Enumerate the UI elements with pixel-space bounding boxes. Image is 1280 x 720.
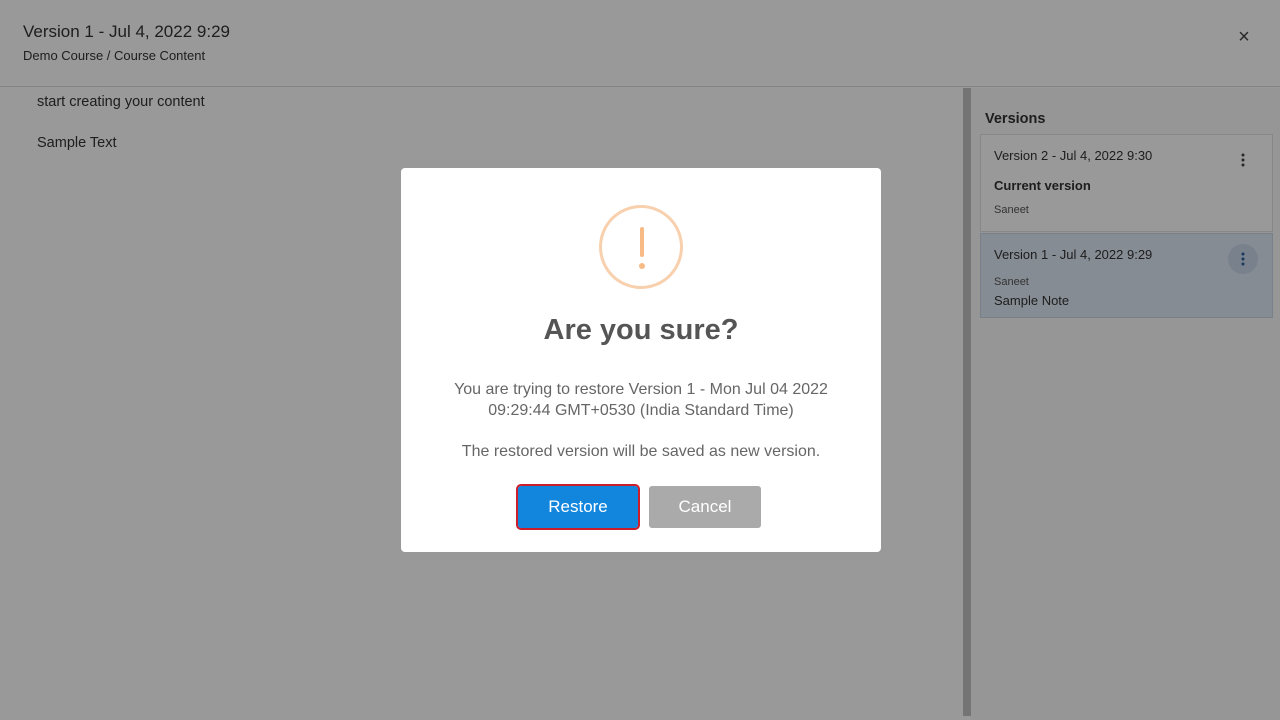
restore-confirm-dialog: Are you sure? You are trying to restore … [401, 168, 881, 552]
dialog-title: Are you sure? [543, 314, 739, 346]
warning-icon [599, 205, 683, 289]
dialog-message: You are trying to restore Version 1 - Mo… [454, 381, 828, 419]
cancel-button[interactable]: Cancel [649, 486, 761, 528]
dialog-note: The restored version will be saved as ne… [461, 443, 821, 460]
restore-button[interactable]: Restore [516, 484, 640, 530]
